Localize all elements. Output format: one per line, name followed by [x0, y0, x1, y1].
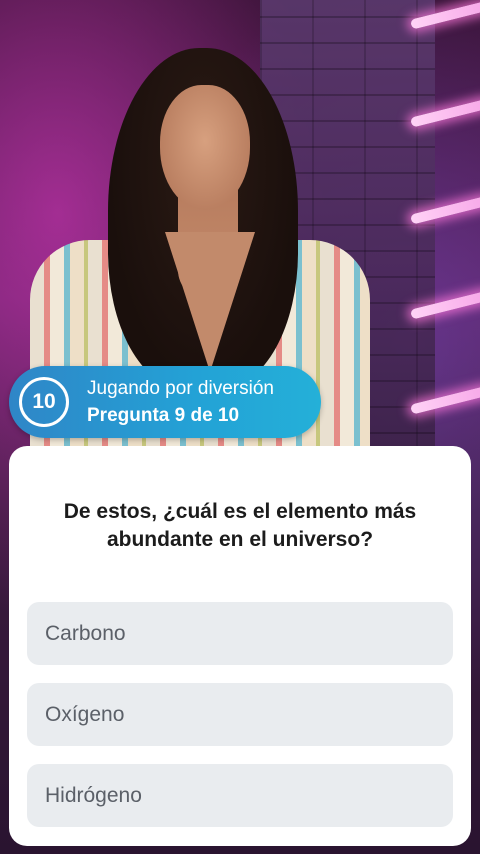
countdown-timer: 10 [19, 377, 69, 427]
question-card: De estos, ¿cuál es el elemento más abund… [9, 446, 471, 846]
answer-option-oxigeno[interactable]: Oxígeno [27, 683, 453, 746]
game-mode-label: Jugando por diversión [87, 378, 274, 399]
answer-option-label: Hidrógeno [45, 783, 142, 807]
answer-option-label: Oxígeno [45, 702, 125, 726]
host-neckline [165, 232, 255, 372]
question-text: De estos, ¿cuál es el elemento más abund… [63, 500, 417, 551]
answer-option-carbono[interactable]: Carbono [27, 602, 453, 665]
game-status-badge: 10 Jugando por diversión Pregunta 9 de 1… [9, 366, 321, 438]
host-face [160, 85, 250, 210]
answer-option-label: Carbono [45, 621, 126, 645]
answer-option-hidrogeno[interactable]: Hidrógeno [27, 764, 453, 827]
question-progress: Pregunta 9 de 10 [87, 405, 240, 426]
